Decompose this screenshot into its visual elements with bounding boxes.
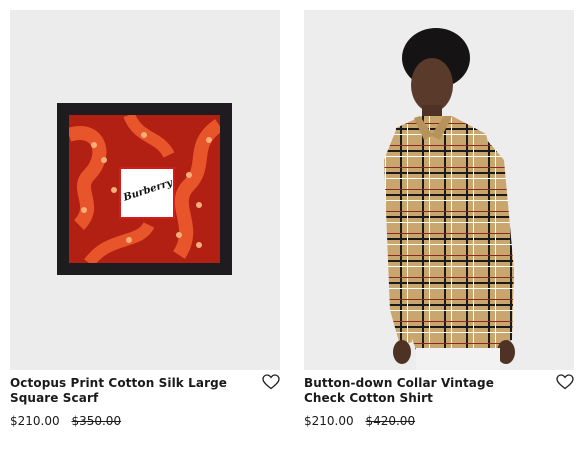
product-card-shirt[interactable]: Button-down Collar Vintage Check Cotton … bbox=[304, 10, 574, 444]
price-row: $210.00 $420.00 bbox=[304, 414, 415, 428]
product-title[interactable]: Octopus Print Cotton Silk Large Square S… bbox=[10, 376, 242, 406]
product-card-scarf[interactable]: Burberry Octopus Print Cotton Silk Large… bbox=[10, 10, 280, 444]
product-image-scarf[interactable]: Burberry bbox=[10, 10, 280, 370]
sale-price: $210.00 bbox=[10, 414, 60, 428]
sale-price: $210.00 bbox=[304, 414, 354, 428]
heart-outline-icon[interactable] bbox=[262, 374, 280, 390]
product-image-shirt[interactable] bbox=[304, 10, 574, 370]
scarf-logo: Burberry bbox=[119, 167, 175, 219]
original-price: $350.00 bbox=[71, 414, 122, 428]
model-wearing-shirt-image bbox=[384, 28, 515, 370]
price-row: $210.00 $350.00 bbox=[10, 414, 121, 428]
heart-outline-icon[interactable] bbox=[556, 374, 574, 390]
scarf-pattern: Burberry bbox=[69, 115, 220, 263]
scarf-image: Burberry bbox=[57, 103, 232, 275]
product-title[interactable]: Button-down Collar Vintage Check Cotton … bbox=[304, 376, 536, 406]
scarf-logo-text: Burberry bbox=[122, 177, 174, 204]
original-price: $420.00 bbox=[365, 414, 416, 428]
